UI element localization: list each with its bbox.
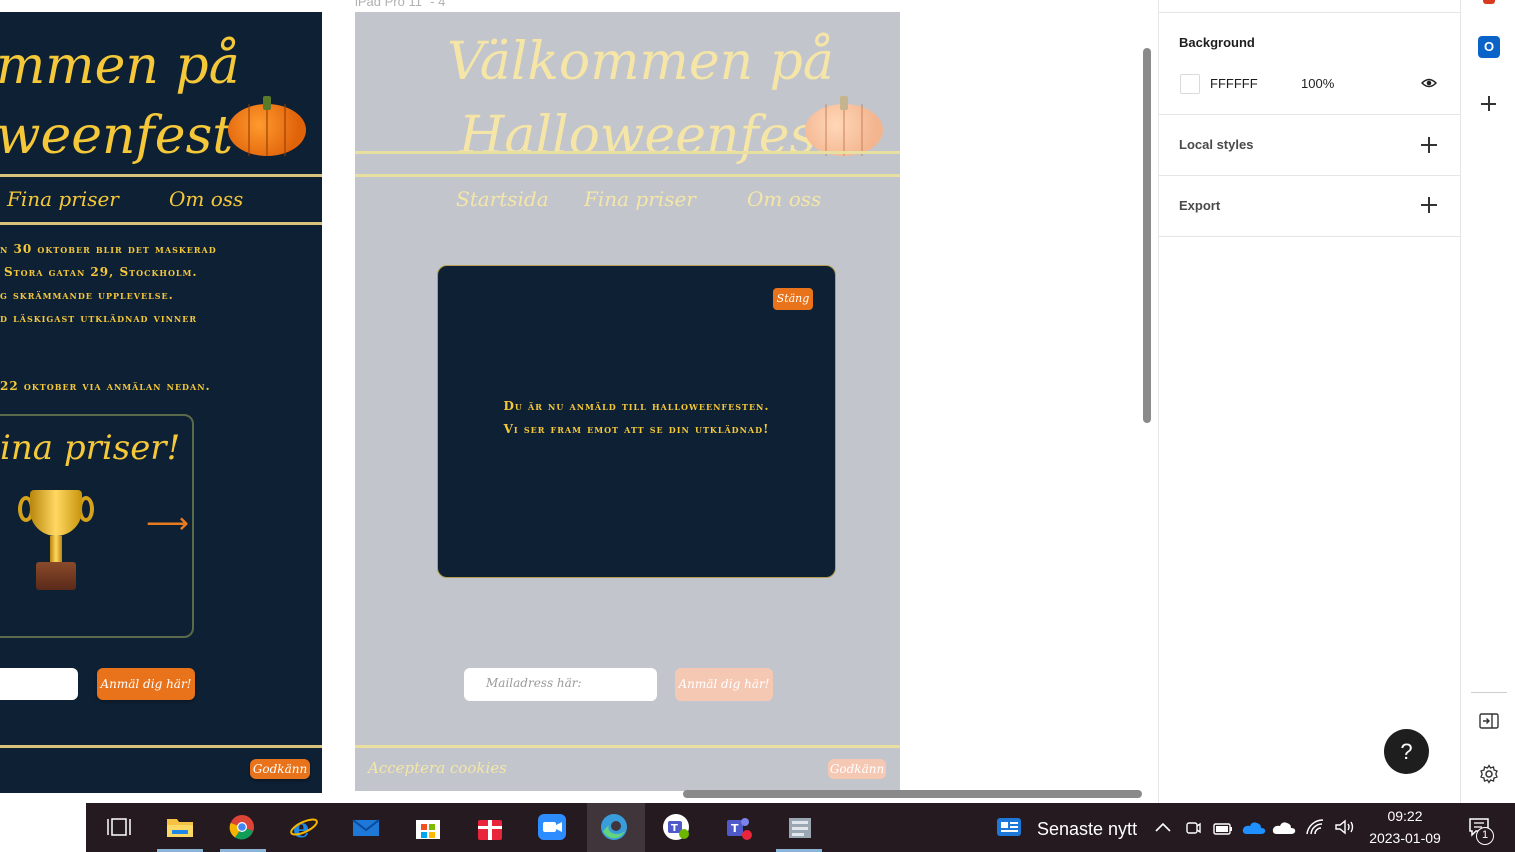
cloud-icon[interactable] <box>1272 820 1296 836</box>
taskbar-bar: e T T Senaste nytt 09:22 2023-01-09 1 <box>86 803 1515 852</box>
background-hex-value[interactable]: FFFFFF <box>1210 76 1258 91</box>
email-placeholder: Mailadress här: <box>486 676 582 690</box>
frame1-title-line1: mmen på <box>0 36 240 96</box>
background-color-swatch[interactable] <box>1180 74 1200 94</box>
chevron-up-icon[interactable] <box>1154 821 1172 833</box>
prize-card[interactable]: ina priser! ⟶ <box>0 414 194 638</box>
confirmation-modal[interactable]: Stäng Du är nu anmäld till halloweenfest… <box>437 265 836 578</box>
cookie-accept-button[interactable]: Godkänn <box>828 759 886 779</box>
strip-divider <box>1471 692 1507 693</box>
settings-gear-icon[interactable] <box>1479 764 1499 784</box>
wifi-icon[interactable] <box>1305 818 1325 836</box>
meet-now-icon[interactable] <box>1185 819 1201 837</box>
local-styles-heading: Local styles <box>1179 137 1254 152</box>
frame2-title-line2: Halloweenfest <box>459 106 838 166</box>
teams-alt-icon[interactable]: T <box>723 813 753 841</box>
info-line: 22 oktober via anmälan nedan. <box>0 379 211 393</box>
close-modal-button[interactable]: Stäng <box>773 288 813 310</box>
export-section: Export <box>1159 176 1460 237</box>
mail-icon[interactable] <box>351 813 381 841</box>
design-canvas[interactable]: mmen på weenfest Fina priser Om oss n 30… <box>0 0 1158 803</box>
outlook-icon[interactable]: O <box>1478 36 1500 58</box>
pumpkin-icon <box>805 96 883 156</box>
nav-link-startsida[interactable]: Startsida <box>456 187 549 211</box>
frame-ipad[interactable]: Välkommen på Halloweenfest Startsida Fin… <box>355 12 900 791</box>
microsoft-store-icon[interactable] <box>413 813 443 841</box>
internet-explorer-icon[interactable]: e <box>289 813 319 841</box>
help-button[interactable]: ? <box>1384 729 1429 774</box>
nav-link-fina-priser[interactable]: Fina priser <box>584 187 696 211</box>
cookie-text: Acceptera cookies <box>368 759 507 777</box>
chrome-icon[interactable] <box>227 813 257 841</box>
signup-button[interactable]: Anmäl dig här! <box>675 668 773 701</box>
add-local-style-plus-icon[interactable] <box>1421 137 1437 153</box>
onedrive-icon[interactable] <box>1242 820 1266 836</box>
task-view-icon[interactable] <box>104 813 134 841</box>
nav-link-om-oss[interactable]: Om oss <box>169 187 243 211</box>
notification-count-badge: 1 <box>1476 827 1494 845</box>
header-divider <box>355 151 900 154</box>
volume-icon[interactable] <box>1334 818 1356 836</box>
properties-panel: Background FFFFFF 100% Local styles Expo… <box>1158 0 1460 803</box>
files-icon[interactable] <box>785 813 815 841</box>
frame-label[interactable]: iPad Pro 11" - 4 <box>355 0 445 9</box>
info-line: Stora gatan 29, Stockholm. <box>4 265 198 279</box>
windows-taskbar: e T T Senaste nytt 09:22 2023-01-09 1 <box>0 803 1515 852</box>
local-styles-section: Local styles <box>1159 115 1460 176</box>
svg-text:T: T <box>671 823 678 834</box>
prize-title: ina priser! <box>0 428 181 468</box>
background-opacity-value[interactable]: 100% <box>1301 76 1334 91</box>
trophy-icon <box>18 490 98 594</box>
footer-divider <box>0 745 322 748</box>
svg-text:T: T <box>731 822 739 835</box>
file-explorer-icon[interactable] <box>165 813 195 841</box>
zoom-icon[interactable] <box>537 813 567 841</box>
background-section: Background FFFFFF 100% <box>1159 13 1460 115</box>
nav-link-fina-priser[interactable]: Fina priser <box>7 187 119 211</box>
pumpkin-icon <box>228 96 306 156</box>
modal-message-line1: Du är nu anmäld till halloweenfesten. <box>503 399 770 413</box>
background-heading: Background <box>1179 35 1255 50</box>
cookie-accept-button[interactable]: Godkänn <box>250 759 310 779</box>
modal-message-line2: Vi ser fram emot att se din utklädnad! <box>503 422 770 436</box>
clock-time[interactable]: 09:22 <box>1364 808 1446 824</box>
side-strip: O <box>1460 0 1515 803</box>
footer-divider <box>355 745 900 748</box>
arrow-right-icon[interactable]: ⟶ <box>146 506 189 541</box>
battery-icon[interactable] <box>1213 820 1233 836</box>
frame1-title-line2: weenfest <box>0 106 234 166</box>
horizontal-scrollbar[interactable] <box>683 790 1142 798</box>
gift-icon[interactable] <box>475 813 505 841</box>
teams-icon[interactable]: T <box>661 813 691 841</box>
export-heading: Export <box>1179 198 1221 213</box>
header-divider <box>0 174 322 177</box>
email-input[interactable]: Mailadress här: <box>464 668 657 701</box>
frame2-title-line1: Välkommen på <box>447 32 834 92</box>
info-line: d läskigast utklädnad vinner <box>0 311 197 325</box>
panel-top-section <box>1159 0 1460 13</box>
vertical-scrollbar[interactable] <box>1143 48 1151 423</box>
eye-icon[interactable] <box>1421 77 1437 89</box>
add-plus-icon[interactable] <box>1481 96 1496 111</box>
nav-divider <box>0 222 322 225</box>
info-line: n 30 oktober blir det maskerad <box>0 242 217 256</box>
email-input[interactable] <box>0 668 78 700</box>
frame-desktop[interactable]: mmen på weenfest Fina priser Om oss n 30… <box>0 12 322 793</box>
news-widget-icon[interactable] <box>996 813 1022 841</box>
clock-date[interactable]: 2023-01-09 <box>1364 830 1446 846</box>
panel-toggle-icon[interactable] <box>1479 712 1499 730</box>
header-divider <box>355 174 900 177</box>
signup-button[interactable]: Anmäl dig här! <box>97 668 195 700</box>
news-widget-label[interactable]: Senaste nytt <box>1037 819 1137 840</box>
active-app-highlight <box>587 803 645 852</box>
add-export-plus-icon[interactable] <box>1421 197 1437 213</box>
nav-link-om-oss[interactable]: Om oss <box>747 187 821 211</box>
info-line: g skrämmande upplevelse. <box>0 288 174 302</box>
office-icon[interactable] <box>1483 0 1495 4</box>
